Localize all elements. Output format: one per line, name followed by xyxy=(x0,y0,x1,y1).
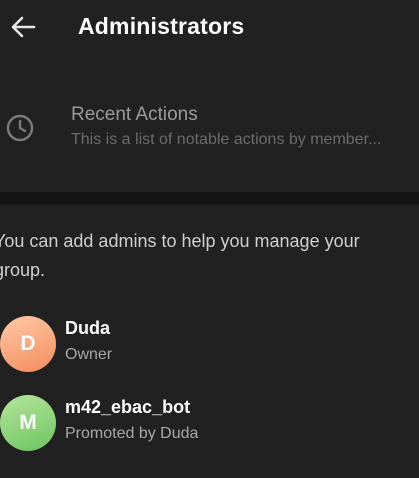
back-button[interactable] xyxy=(4,8,42,46)
admin-name: m42_ebac_bot xyxy=(65,397,191,417)
admin-row-m42-ebac-bot[interactable]: M m42_ebac_bot Promoted by Duda xyxy=(0,395,419,461)
recent-actions-subtitle: This is a list of notable actions by mem… xyxy=(71,131,382,148)
admin-name: Duda xyxy=(65,318,110,338)
administrators-screen: Administrators Recent Actions This is a … xyxy=(0,0,419,478)
recent-actions-title: Recent Actions xyxy=(71,104,198,125)
top-bar: Administrators xyxy=(0,0,419,56)
avatar: D xyxy=(0,316,56,372)
section-divider xyxy=(0,192,419,205)
admin-role: Promoted by Duda xyxy=(65,425,199,442)
admin-row-duda[interactable]: D Duda Owner xyxy=(0,316,419,382)
avatar: M xyxy=(0,395,56,451)
arrow-left-icon xyxy=(10,16,36,38)
recent-actions-item[interactable]: Recent Actions This is a list of notable… xyxy=(0,92,419,164)
page-title: Administrators xyxy=(78,13,245,39)
admins-info-text: You can add admins to help you manage yo… xyxy=(0,231,360,280)
clock-icon xyxy=(4,112,36,144)
admin-role: Owner xyxy=(65,346,113,363)
